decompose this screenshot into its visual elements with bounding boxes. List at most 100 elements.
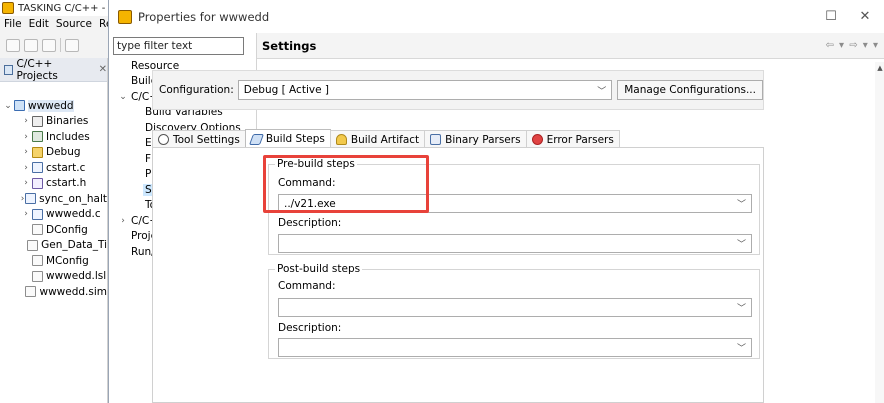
save-icon[interactable]: [24, 38, 38, 52]
doc-icon: [32, 255, 43, 267]
tab-build-steps[interactable]: Build Steps: [244, 129, 331, 148]
tree-item[interactable]: Gen_Data_Ti: [0, 238, 107, 254]
print-icon[interactable]: [42, 38, 56, 52]
post-build-command-input[interactable]: ﹀: [278, 298, 752, 317]
menu-bar: File Edit Source Re: [0, 16, 115, 32]
chevron-right-icon[interactable]: ›: [20, 147, 32, 157]
post-build-command-label: Command:: [278, 280, 336, 292]
toolbar-separator: [60, 38, 61, 52]
chevron-down-icon: ﹀: [736, 304, 746, 314]
chevron-right-icon[interactable]: ›: [117, 216, 129, 226]
doc-icon: [25, 286, 37, 298]
tree-item[interactable]: › sync_on_halt: [0, 191, 107, 207]
tree-item-label: sync_on_halt: [39, 192, 107, 205]
doc-icon: [32, 224, 43, 236]
pre-build-description-label: Description:: [278, 217, 342, 229]
tree-item[interactable]: wwwedd.lsl: [0, 269, 107, 285]
new-icon[interactable]: [6, 38, 20, 52]
tab-tool-settings[interactable]: Tool Settings: [152, 130, 246, 148]
doc-icon: [32, 270, 43, 282]
back-forward-arrows-icon[interactable]: ⇦ ▾ ⇨ ▾ ▾: [825, 40, 879, 51]
tree-item[interactable]: › wwwedd.c: [0, 207, 107, 223]
filter-input[interactable]: [113, 37, 244, 55]
tree-item-label: Includes: [46, 130, 90, 143]
chevron-down-icon: ﹀: [597, 86, 607, 97]
dialog-titlebar: Properties for wwwedd ☐ ✕: [109, 0, 884, 33]
tree-item[interactable]: ⌄ wwwedd: [0, 98, 107, 114]
binary-parsers-icon: [430, 134, 442, 145]
tree-item-label: wwwedd.c: [46, 208, 101, 221]
tab-binary-parsers[interactable]: Binary Parsers: [424, 130, 527, 148]
tasking-app-icon: [2, 2, 14, 14]
c-file-icon: [32, 162, 43, 174]
tree-item-label: Debug: [46, 146, 81, 159]
pre-build-command-label: Command:: [278, 177, 336, 189]
pre-build-description-input[interactable]: ﹀: [278, 234, 752, 253]
tab-label: Build Steps: [265, 133, 325, 145]
tree-item[interactable]: › Includes: [0, 129, 107, 145]
project-tree: ⌄ wwwedd › Binaries › Includes › Debug › cstart.c…: [0, 82, 107, 300]
c-file-icon: [32, 208, 43, 220]
tree-item-label: MConfig: [46, 254, 89, 267]
chevron-down-icon: ﹀: [736, 200, 746, 210]
menu-file[interactable]: File: [4, 18, 22, 30]
scroll-up-icon[interactable]: ▲: [875, 64, 884, 72]
tree-item[interactable]: › cstart.h: [0, 176, 107, 192]
project-explorer-panel: C/C++ Projects ✕ ⌄ wwwedd › Binaries › Includ…: [0, 58, 108, 403]
h-file-icon: [32, 177, 43, 189]
post-build-group: Post-build steps Command: ﹀ Description:…: [268, 263, 760, 359]
chevron-right-icon[interactable]: ›: [20, 132, 32, 142]
doc-icon: [27, 239, 39, 251]
tree-item[interactable]: DConfig: [0, 222, 107, 238]
tree-item-label: cstart.h: [46, 177, 87, 190]
chevron-right-icon[interactable]: ›: [20, 163, 32, 173]
tasking-app-icon: [118, 9, 132, 24]
tree-item[interactable]: › Debug: [0, 145, 107, 161]
settings-header: Settings ⇦ ▾ ⇨ ▾ ▾: [257, 33, 884, 59]
tree-item-label: wwwedd: [28, 99, 74, 112]
tab-label: Binary Parsers: [445, 133, 521, 146]
pre-build-command-input[interactable]: ../v21.exe ﹀: [278, 194, 752, 213]
post-build-description-label: Description:: [278, 322, 342, 334]
folder-icon: [32, 146, 43, 158]
build-steps-panel: Pre-build steps Command: ../v21.exe ﹀ De…: [152, 147, 764, 403]
binaries-icon: [32, 115, 43, 127]
menu-edit[interactable]: Edit: [29, 18, 49, 30]
minimize-icon[interactable]: ☐: [821, 9, 841, 24]
chevron-right-icon[interactable]: ›: [20, 178, 32, 188]
tab-build-artifact[interactable]: Build Artifact: [329, 130, 426, 148]
menu-source[interactable]: Source: [56, 18, 92, 30]
tree-item[interactable]: wwwedd.sim: [0, 284, 107, 300]
tab-error-parsers[interactable]: Error Parsers: [525, 130, 620, 148]
build-icon[interactable]: [65, 38, 79, 52]
tree-item-label: cstart.c: [46, 161, 86, 174]
pre-build-title: Pre-build steps: [275, 158, 357, 170]
build-artifact-icon: [335, 134, 347, 145]
chevron-right-icon[interactable]: ›: [20, 209, 32, 219]
post-build-title: Post-build steps: [275, 263, 363, 275]
vertical-scrollbar[interactable]: ▲: [875, 62, 884, 403]
c-file-icon: [25, 193, 37, 205]
close-icon[interactable]: ✕: [99, 64, 107, 75]
close-icon[interactable]: ✕: [855, 9, 875, 24]
configuration-row: Configuration: Debug [ Active ] ﹀ Manage…: [152, 70, 764, 110]
manage-configurations-button[interactable]: Manage Configurations...: [617, 80, 763, 100]
configuration-select[interactable]: Debug [ Active ] ﹀: [237, 80, 613, 100]
chevron-down-icon[interactable]: ⌄: [2, 101, 14, 111]
project-explorer-tab[interactable]: C/C++ Projects ✕: [0, 58, 107, 82]
configuration-value: Debug [ Active ]: [243, 84, 329, 96]
error-parsers-icon: [531, 134, 543, 145]
includes-icon: [32, 131, 43, 143]
tab-label: Error Parsers: [546, 133, 614, 146]
configuration-label: Configuration:: [159, 84, 234, 96]
chevron-down-icon: ﹀: [736, 344, 746, 354]
tree-item[interactable]: › cstart.c: [0, 160, 107, 176]
dialog-title: Properties for wwwedd: [138, 9, 270, 24]
chevron-right-icon[interactable]: ›: [20, 116, 32, 126]
chevron-down-icon: ﹀: [736, 240, 746, 250]
post-build-description-input[interactable]: ﹀: [278, 338, 752, 357]
chevron-down-icon[interactable]: ⌄: [117, 92, 129, 102]
tab-label: Tool Settings: [173, 133, 240, 146]
tree-item[interactable]: › Binaries: [0, 114, 107, 130]
tree-item[interactable]: MConfig: [0, 253, 107, 269]
